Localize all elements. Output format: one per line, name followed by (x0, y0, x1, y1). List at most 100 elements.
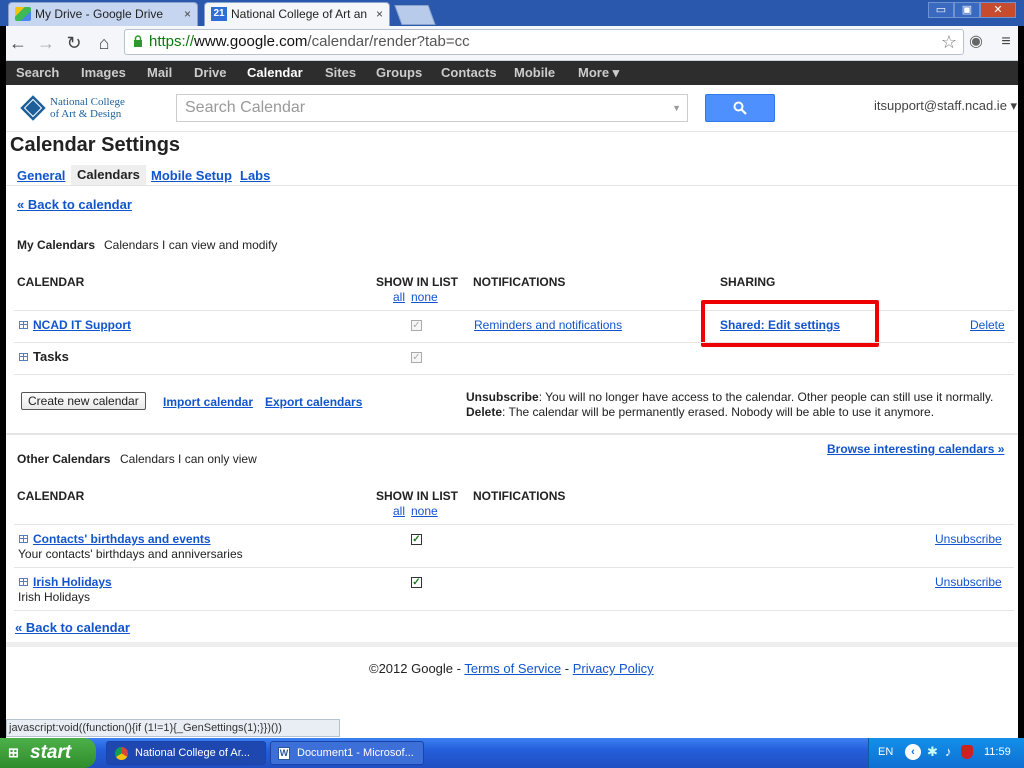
new-tab-button[interactable] (394, 5, 436, 25)
tab-labs[interactable]: Labs (240, 168, 270, 183)
import-calendar-link[interactable]: Import calendar (163, 395, 253, 409)
bookmark-star-icon[interactable]: ☆ (941, 30, 957, 54)
calendar-description: Your contacts' birthdays and anniversari… (18, 547, 243, 561)
search-options-dropdown-icon[interactable]: ▼ (672, 95, 681, 121)
back-icon[interactable]: ← (6, 32, 30, 54)
calendar-name-contacts-birthdays[interactable]: Contacts' birthdays and events (33, 532, 211, 546)
show-in-list-checkbox[interactable]: ✓ (411, 352, 422, 363)
show-in-list-checkbox[interactable]: ✓ (411, 577, 422, 588)
reload-icon[interactable]: ↻ (62, 32, 86, 54)
forward-icon[interactable]: → (34, 32, 58, 54)
ncad-logo[interactable]: National College of Art & Design (16, 91, 125, 127)
tab-calendars[interactable]: Calendars (71, 165, 146, 185)
home-icon[interactable]: ⌂ (92, 32, 116, 54)
delete-label: Delete (466, 405, 503, 419)
back-to-calendar-link-bottom[interactable]: « Back to calendar (15, 620, 130, 635)
windows-logo-icon: ⊞ (8, 745, 19, 760)
language-indicator[interactable]: EN (878, 746, 893, 758)
word-icon: W (278, 747, 290, 760)
gbar-sites[interactable]: Sites (325, 61, 356, 85)
address-bar[interactable]: https://www.google.com/calendar/render?t… (124, 29, 964, 55)
calendar-name-tasks: Tasks (33, 349, 69, 364)
logo-text-line1: National College (50, 96, 125, 108)
gbar-images[interactable]: Images (81, 61, 126, 85)
gbar-search[interactable]: Search (16, 61, 59, 85)
calendar-name-irish-holidays[interactable]: Irish Holidays (33, 575, 112, 589)
search-placeholder: Search Calendar (185, 99, 306, 116)
tab-general[interactable]: General (17, 168, 65, 183)
other-calendars-subtitle: Calendars I can only view (120, 452, 257, 466)
taskbar-item-chrome[interactable]: National College of Ar... (106, 741, 266, 765)
tab-title: My Drive - Google Drive (35, 7, 164, 21)
task-label: Document1 - Microsof... (297, 747, 414, 759)
google-bar: Search Images Mail Drive Calendar Sites … (6, 61, 1018, 85)
search-button[interactable] (705, 94, 775, 122)
create-new-calendar-button[interactable]: Create new calendar (21, 392, 146, 410)
close-tab-icon[interactable]: × (184, 3, 191, 25)
clock[interactable]: 11:59 (984, 746, 1011, 758)
browse-interesting-calendars-link[interactable]: Browse interesting calendars » (827, 442, 1004, 456)
windows-taskbar: ⊞ start National College of Ar... W Docu… (0, 738, 1024, 768)
export-calendars-link[interactable]: Export calendars (265, 395, 362, 409)
network-icon[interactable]: ✱ (927, 744, 938, 760)
unsubscribe-link[interactable]: Unsubscribe (935, 575, 1002, 589)
col-show-in-list: SHOW IN LIST (376, 275, 458, 289)
close-window-button[interactable]: ✕ (980, 2, 1016, 18)
unsubscribe-text: : You will no longer have access to the … (538, 390, 994, 404)
gbar-mail[interactable]: Mail (147, 61, 172, 85)
gbar-groups[interactable]: Groups (376, 61, 422, 85)
delete-calendar-link[interactable]: Delete (970, 318, 1005, 332)
back-to-calendar-link[interactable]: « Back to calendar (17, 197, 132, 212)
col-calendar: CALENDAR (17, 489, 85, 503)
shared-edit-settings-link[interactable]: Shared: Edit settings (720, 318, 840, 332)
tabs-divider (6, 185, 1018, 186)
search-calendar-input[interactable]: Search Calendar ▼ (176, 94, 688, 122)
volume-icon[interactable]: ♪ (945, 744, 952, 759)
minimize-button[interactable]: ▭ (928, 2, 954, 18)
gbar-more[interactable]: More ▾ (578, 61, 619, 85)
row-divider (14, 524, 1014, 525)
url-path: /calendar/render?tab=cc (307, 33, 470, 50)
privacy-policy-link[interactable]: Privacy Policy (573, 661, 654, 676)
browser-tab-drive[interactable]: My Drive - Google Drive × (8, 2, 198, 26)
show-none-link[interactable]: none (411, 290, 438, 304)
unsubscribe-help: Unsubscribe: You will no longer have acc… (466, 390, 1011, 404)
tab-mobile-setup[interactable]: Mobile Setup (151, 168, 232, 183)
taskbar-item-word[interactable]: W Document1 - Microsof... (270, 741, 424, 765)
chrome-icon (115, 747, 128, 760)
other-calendars-title: Other Calendars (17, 452, 111, 466)
terms-of-service-link[interactable]: Terms of Service (464, 661, 561, 676)
gbar-contacts[interactable]: Contacts (441, 61, 497, 85)
calendar-name-ncad-it-support[interactable]: NCAD IT Support (33, 318, 131, 332)
col-notifications: NOTIFICATIONS (473, 275, 566, 289)
show-all-link[interactable]: all (393, 290, 405, 304)
browser-tab-strip: My Drive - Google Drive × 21 National Co… (0, 0, 1024, 26)
gbar-drive[interactable]: Drive (194, 61, 227, 85)
google-drive-icon (15, 7, 31, 21)
security-shield-icon[interactable] (961, 745, 973, 759)
show-all-link[interactable]: all (393, 504, 405, 518)
reminders-notifications-link[interactable]: Reminders and notifications (474, 318, 622, 332)
copyright-text: ©2012 Google - (369, 661, 465, 676)
calendar-grid-icon (19, 535, 28, 543)
show-in-list-checkbox[interactable]: ✓ (411, 534, 422, 545)
calendar-description: Irish Holidays (18, 590, 91, 604)
footer: ©2012 Google - Terms of Service - Privac… (369, 661, 654, 676)
menu-icon[interactable]: ≡ (996, 32, 1016, 52)
start-button[interactable]: ⊞ start (0, 738, 96, 768)
eye-extension-icon[interactable]: ◉ (966, 32, 986, 52)
gbar-mobile[interactable]: Mobile (514, 61, 555, 85)
unsubscribe-link[interactable]: Unsubscribe (935, 532, 1002, 546)
maximize-button[interactable]: ▣ (954, 2, 980, 18)
show-none-link[interactable]: none (411, 504, 438, 518)
close-tab-icon[interactable]: × (376, 3, 383, 25)
account-menu[interactable]: itsupport@staff.ncad.ie ▾ (874, 98, 1017, 114)
url-host: www.google.com (194, 33, 308, 50)
browser-tab-calendar[interactable]: 21 National College of Art and D × (204, 2, 390, 26)
calendar-grid-icon (19, 353, 28, 361)
tab-title: National College of Art and D (231, 7, 367, 21)
show-hidden-icons-icon[interactable]: ‹ (905, 744, 921, 760)
page-title: Calendar Settings (10, 134, 181, 156)
gbar-calendar[interactable]: Calendar (247, 61, 303, 85)
show-in-list-checkbox[interactable]: ✓ (411, 320, 422, 331)
